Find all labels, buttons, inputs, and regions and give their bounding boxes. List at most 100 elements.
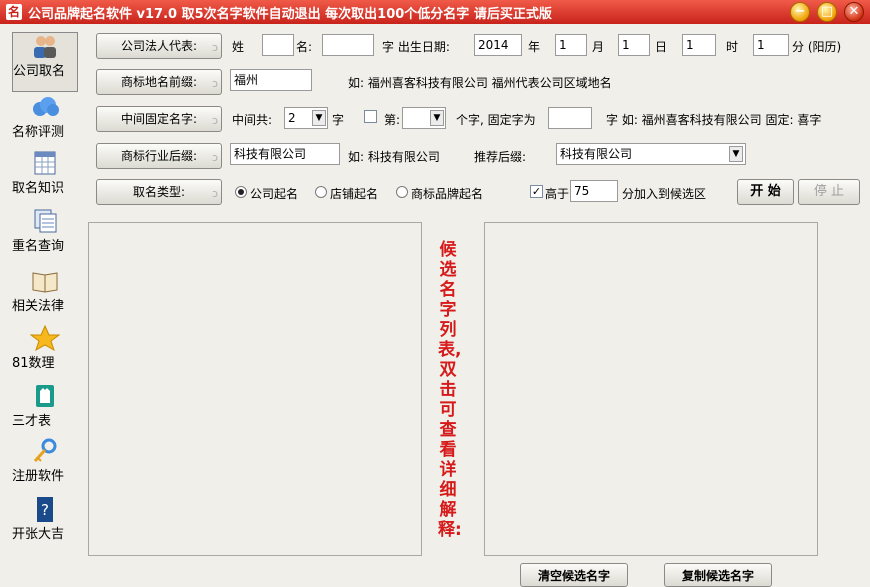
candidate-hint: 候选名字列表,双击可查看详细解释:: [438, 240, 462, 540]
key-icon: [33, 438, 57, 463]
above-suffix-label: 分加入到候选区: [622, 187, 707, 201]
above-score-input[interactable]: 75: [570, 180, 618, 202]
above-label: 高于: [545, 187, 570, 201]
button-label: 商标地名前缀:: [120, 75, 198, 89]
radio-shop[interactable]: [315, 186, 327, 198]
sidebar-item-label: 取名知识: [12, 181, 65, 196]
surname-input[interactable]: [262, 34, 294, 56]
sidebar-item-register-software[interactable]: 注册软件: [12, 438, 78, 484]
people-icon: [34, 36, 56, 58]
legal-rep-button[interactable]: 公司法人代表: ↄ: [96, 33, 222, 59]
button-label: 公司法人代表:: [120, 39, 198, 53]
button-label: 取名类型:: [132, 185, 186, 199]
title-bar: 名 公司品牌起名软件 v17.0 取5次名字软件自动退出 每次取出100个低分名…: [0, 0, 870, 24]
radio-company[interactable]: [235, 186, 247, 198]
sidebar-item-related-laws[interactable]: 相关法律: [12, 268, 78, 314]
app-icon: 名: [6, 4, 22, 20]
shirt-icon: [36, 385, 54, 407]
star-icon: [30, 325, 60, 351]
middle-name-button[interactable]: 中间固定名字: ↄ: [96, 106, 222, 132]
sidebar-item-grand-opening[interactable]: ? 开张大吉: [12, 496, 78, 542]
sidebar-item-label: 公司取名: [13, 64, 66, 79]
cloud-icon: [33, 97, 59, 116]
swirl-icon: ↄ: [211, 41, 218, 54]
month-label: 月: [592, 40, 605, 54]
button-label: 中间固定名字:: [120, 112, 198, 126]
year-label: 年: [528, 40, 541, 54]
button-label: 清空候选名字: [537, 569, 610, 583]
middle-position-checkbox[interactable]: [364, 110, 377, 123]
prefix-button[interactable]: 商标地名前缀: ↄ: [96, 69, 222, 95]
birth-minute-input[interactable]: 1: [753, 34, 789, 56]
help-icon: ?: [37, 497, 53, 522]
minute-label: 分 (阳历): [792, 40, 842, 54]
dropdown-arrow-icon[interactable]: ▼: [312, 110, 326, 126]
day-label: 日: [655, 40, 668, 54]
middle-total-value: 2: [288, 111, 296, 125]
swirl-icon: ↄ: [211, 77, 218, 90]
suffix-input[interactable]: 科技有限公司: [230, 143, 340, 165]
swirl-icon: ↄ: [211, 151, 218, 164]
birth-day-input[interactable]: 1: [618, 34, 650, 56]
svg-text:?: ?: [41, 501, 49, 519]
suffix-hint: 如: 科技有限公司: [348, 150, 440, 164]
candidate-list-left[interactable]: [88, 222, 422, 556]
birth-hour-input[interactable]: 1: [682, 34, 716, 56]
middle-fixed-label: 个字, 固定字为: [456, 113, 536, 127]
clear-candidates-button[interactable]: 清空候选名字: [520, 563, 628, 587]
birth-month-input[interactable]: 1: [555, 34, 587, 56]
suffix-button[interactable]: 商标行业后缀: ↄ: [96, 143, 222, 169]
middle-total-select[interactable]: 2 ▼: [284, 107, 328, 129]
sidebar-item-label: 81数理: [12, 356, 55, 371]
sidebar-item-label: 相关法律: [12, 299, 65, 314]
recommend-suffix-select[interactable]: 科技有限公司 ▼: [556, 143, 746, 165]
candidate-list-right[interactable]: [484, 222, 818, 556]
middle-position-select[interactable]: ▼: [402, 107, 446, 129]
close-button[interactable]: ✕: [844, 2, 864, 22]
above-score-checkbox[interactable]: ✓: [530, 185, 543, 198]
middle-char-label: 字: [332, 113, 345, 127]
minimize-button[interactable]: −: [790, 2, 810, 22]
sidebar-item-company-naming[interactable]: 公司取名: [12, 32, 78, 92]
swirl-icon: ↄ: [211, 114, 218, 127]
middle-hint: 字 如: 福州喜客科技有限公司 固定: 喜字: [606, 113, 822, 127]
sidebar-item-label: 名称评测: [12, 125, 65, 140]
dropdown-arrow-icon[interactable]: ▼: [430, 110, 444, 126]
hour-label: 时: [726, 40, 739, 54]
prefix-hint: 如: 福州喜客科技有限公司 福州代表公司区域地名: [348, 76, 612, 90]
radio-brand-label: 商标品牌起名: [411, 187, 484, 201]
radio-company-label: 公司起名: [250, 187, 299, 201]
given-name-input[interactable]: [322, 34, 374, 56]
prefix-input[interactable]: 福州: [230, 69, 312, 91]
surname-label: 姓: [232, 40, 245, 54]
name-label: 名:: [296, 40, 313, 54]
button-label: 商标行业后缀:: [120, 149, 198, 163]
window-title: 公司品牌起名软件 v17.0 取5次名字软件自动退出 每次取出100个低分名字 …: [28, 7, 552, 22]
copy-candidates-button[interactable]: 复制候选名字: [664, 563, 772, 587]
naming-type-button[interactable]: 取名类型: ↄ: [96, 179, 222, 205]
book-icon: [32, 272, 58, 293]
middle-position-label: 第:: [384, 113, 401, 127]
radio-shop-label: 店铺起名: [330, 187, 379, 201]
middle-total-label: 中间共:: [232, 113, 273, 127]
stop-button[interactable]: 停 止: [798, 179, 860, 205]
middle-fixed-input[interactable]: [548, 107, 592, 129]
recommend-value: 科技有限公司: [560, 147, 633, 161]
radio-brand[interactable]: [396, 186, 408, 198]
maximize-button[interactable]: □: [817, 2, 837, 22]
sidebar-item-three-talents[interactable]: 三才表: [12, 383, 78, 429]
birth-date-label: 字 出生日期:: [382, 40, 450, 54]
sidebar-item-name-evaluation[interactable]: 名称评测: [12, 94, 78, 140]
sidebar-item-label: 注册软件: [12, 469, 65, 484]
sidebar-item-naming-knowledge[interactable]: 取名知识: [12, 150, 78, 196]
sidebar-item-81-numerology[interactable]: 81数理: [12, 325, 78, 371]
grid-icon: [34, 151, 56, 175]
start-button[interactable]: 开 始: [737, 179, 794, 205]
birth-year-input[interactable]: 2014: [474, 34, 522, 56]
recommend-label: 推荐后缀:: [474, 150, 527, 164]
sidebar-item-duplicate-query[interactable]: 重名查询: [12, 208, 78, 254]
swirl-icon: ↄ: [211, 187, 218, 200]
dropdown-arrow-icon[interactable]: ▼: [729, 146, 743, 162]
button-label: 复制候选名字: [681, 569, 754, 583]
sidebar-item-label: 三才表: [12, 414, 52, 429]
